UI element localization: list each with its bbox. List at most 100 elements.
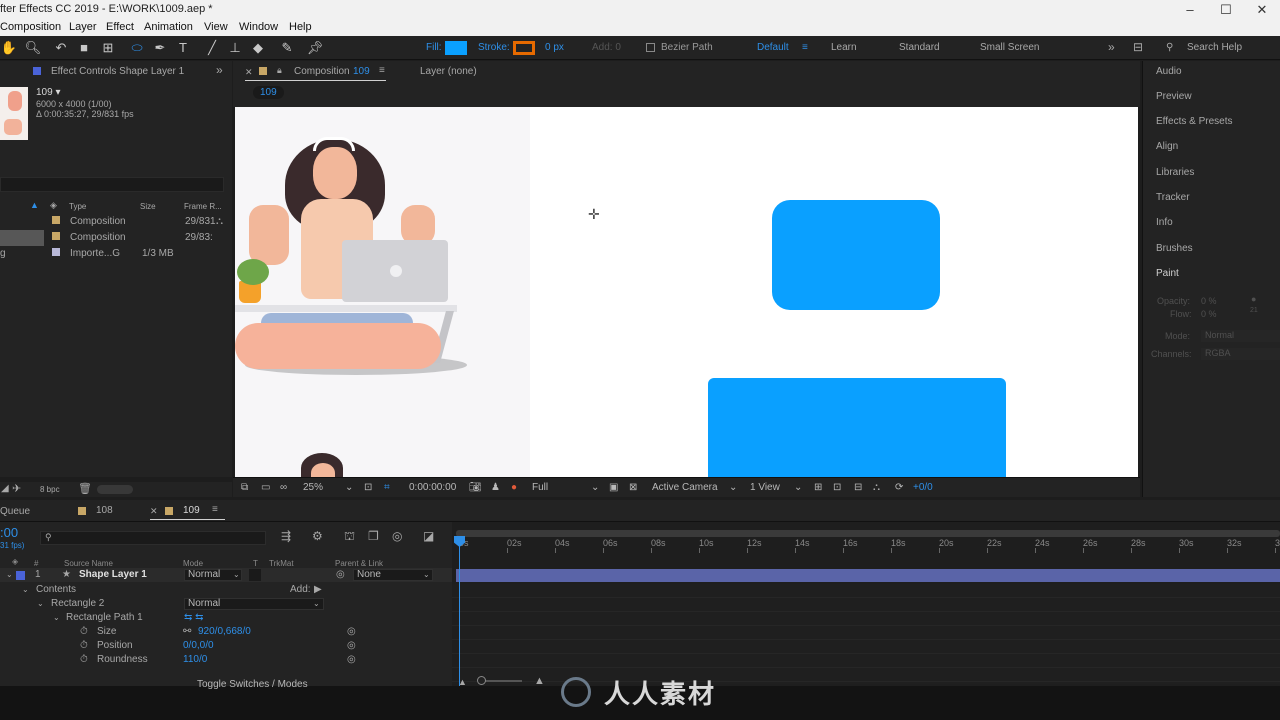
stopwatch-icon[interactable]: ⏱ [80, 640, 88, 651]
property-value[interactable]: 0/0,0/0 [183, 640, 214, 651]
transparency-grid-icon[interactable]: ⊠ [629, 482, 637, 493]
composition-tab-label[interactable]: Composition [294, 66, 350, 77]
camera-tool-icon[interactable]: ■ [75, 39, 93, 57]
comp-breadcrumb[interactable]: 109 [253, 86, 284, 99]
flowchart-view-icon[interactable]: ⛬ [873, 482, 880, 493]
ellipse-tool-icon[interactable]: ⬭ [128, 39, 146, 57]
paint-opacity-value[interactable]: 0 % [1201, 296, 1217, 306]
zoom-dropdown-icon[interactable]: ⌄ [345, 482, 353, 493]
zoom-slider-knob[interactable] [477, 676, 486, 685]
list-item[interactable]: Composition 29/831 ⛬ [0, 214, 232, 230]
panel-align[interactable]: Align [1156, 141, 1178, 152]
type-tool-icon[interactable]: T [174, 39, 192, 57]
reset-exposure-icon[interactable]: ⊡ [833, 482, 841, 493]
shy-layers-icon[interactable]: ⛫ [344, 529, 355, 545]
panel-effects-presets[interactable]: Effects & Presets [1156, 116, 1233, 127]
brush-tool-icon[interactable]: ╱ [203, 39, 221, 57]
comp-name[interactable]: 109 ▾ [36, 87, 60, 98]
maximize-button[interactable]: ☐ [1208, 0, 1244, 20]
sync-settings-icon[interactable]: ⊟ [1133, 40, 1143, 54]
rectangle-path-row[interactable]: ⌄ Rectangle Path 1 ⇆ ⇆ [0, 611, 452, 625]
render-icon[interactable]: ⊟ [854, 482, 862, 493]
fit-icon[interactable]: ⊡ [364, 482, 372, 493]
add-shape-button-icon[interactable]: ▶ [314, 584, 322, 595]
close-button[interactable]: ✕ [1244, 0, 1280, 20]
parent-link-header[interactable]: Parent & Link [335, 559, 383, 568]
search-help-icon[interactable]: ⚲ [1166, 42, 1173, 53]
menu-composition[interactable]: Composition [0, 21, 61, 33]
eraser-tool-icon[interactable]: ◆ [249, 39, 267, 57]
expand-arrow-icon[interactable]: ⌄ [37, 599, 44, 608]
interpret-footage-icon[interactable]: ◢ [1, 483, 9, 494]
toggle-pixel-icon[interactable]: ⊞ [814, 482, 822, 493]
timecode-value[interactable]: 0:00:00:00 [409, 482, 456, 493]
time-ruler[interactable]: 0s02s04s06s08s10s12s14s16s18s20s22s24s26… [452, 522, 1280, 554]
panel-tracker[interactable]: Tracker [1156, 192, 1190, 203]
property-row[interactable]: ⏱ Size ⚯ 920/0,668/0 ◎ [0, 625, 452, 639]
property-value[interactable]: 920/0,668/0 [198, 626, 251, 637]
stopwatch-icon[interactable]: ⏱ [80, 654, 88, 665]
panel-preview[interactable]: Preview [1156, 91, 1192, 102]
clone-stamp-tool-icon[interactable]: ⊥ [226, 39, 244, 57]
paint-channels-dropdown[interactable]: RGBA [1201, 348, 1280, 360]
t-header[interactable]: T [253, 559, 258, 568]
rectangle-group-row[interactable]: ⌄ Rectangle 2 Normal ⌄ [0, 597, 452, 611]
composition-viewer[interactable]: ✛ [235, 107, 1138, 477]
panel-audio[interactable]: Audio [1156, 66, 1182, 77]
pick-whip-icon[interactable]: ◎ [336, 569, 345, 580]
type-column-header[interactable]: Type [69, 202, 86, 211]
zoom-out-icon[interactable]: ▲ [458, 677, 467, 687]
list-item[interactable]: g Importe...G 1/3 MB [0, 246, 232, 262]
mode-header[interactable]: Mode [183, 559, 203, 568]
timeline-graph[interactable]: 0s02s04s06s08s10s12s14s16s18s20s22s24s26… [452, 522, 1280, 686]
stroke-width-value[interactable]: 0 px [545, 42, 564, 53]
toggle-switches-modes-button[interactable]: Toggle Switches / Modes [197, 679, 308, 690]
lock-icon[interactable]: 🔒︎ [277, 65, 282, 76]
panel-brushes[interactable]: Brushes [1156, 243, 1193, 254]
expand-arrow-icon[interactable]: ⌄ [53, 613, 60, 622]
snap-icon[interactable]: ⌗ [384, 482, 390, 493]
expression-pick-icon[interactable]: ◎ [347, 640, 356, 651]
zoom-value[interactable]: 25% [303, 482, 323, 493]
view-chevron-icon[interactable]: ⌄ [794, 482, 802, 493]
motion-blur-icon[interactable]: ◎ [392, 529, 402, 543]
flowchart-icon[interactable]: ⛬ [216, 216, 223, 227]
zoom-in-icon[interactable]: ▲ [534, 675, 545, 687]
workspace-standard[interactable]: Standard [899, 42, 940, 53]
workspace-menu-icon[interactable]: ≡ [802, 42, 808, 53]
tab-menu-icon[interactable]: ≡ [379, 65, 385, 76]
menu-help[interactable]: Help [289, 21, 312, 33]
list-item[interactable]: Composition 29/83: [0, 230, 232, 246]
expand-arrow-icon[interactable]: ⌄ [22, 585, 29, 594]
camera-dropdown[interactable]: Active Camera [652, 482, 718, 493]
hand-tool-icon[interactable]: ✋ [0, 39, 18, 57]
effect-controls-tab[interactable]: Effect Controls Shape Layer 1 [51, 66, 184, 77]
group-blend-mode-dropdown[interactable]: Normal [184, 598, 324, 610]
contents-row[interactable]: ⌄ Contents Add: ▶ [0, 583, 452, 597]
current-time-indicator[interactable] [459, 536, 460, 686]
trkmat-box[interactable] [249, 569, 261, 581]
more-workspaces-icon[interactable]: » [1108, 40, 1115, 54]
stopwatch-icon[interactable]: ⏱ [80, 626, 88, 637]
expand-arrow-icon[interactable]: ⌄ [6, 570, 13, 579]
workspace-default[interactable]: Default [757, 42, 789, 53]
rotate-tool-icon[interactable]: ↶ [52, 39, 70, 57]
sort-arrow-icon[interactable]: ▲ [30, 200, 39, 210]
bezier-checkbox[interactable] [646, 43, 655, 52]
property-row[interactable]: ⏱ Roundness 110/0 ◎ [0, 653, 452, 667]
layer-tab[interactable]: Layer (none) [420, 66, 477, 77]
parent-dropdown[interactable]: None [353, 569, 433, 581]
timeline-tab-108[interactable]: 108 [96, 505, 113, 516]
property-row[interactable]: ⏱ Position 0/0,0/0 ◎ [0, 639, 452, 653]
menu-animation[interactable]: Animation [144, 21, 193, 33]
zoom-tool-icon[interactable]: 🔍︎ [24, 39, 42, 57]
source-name-header[interactable]: Source Name [64, 559, 113, 568]
scrollbar[interactable] [97, 485, 133, 494]
view-layout-dropdown[interactable]: 1 View [750, 482, 780, 493]
minimize-button[interactable]: – [1172, 0, 1208, 20]
panel-info[interactable]: Info [1156, 217, 1173, 228]
paint-mode-dropdown[interactable]: Normal [1201, 330, 1280, 342]
workspace-small-screen[interactable]: Small Screen [980, 42, 1039, 53]
constrain-link-icon[interactable]: ⚯ [183, 626, 191, 637]
close-tab-icon[interactable]: ✕ [150, 506, 158, 517]
